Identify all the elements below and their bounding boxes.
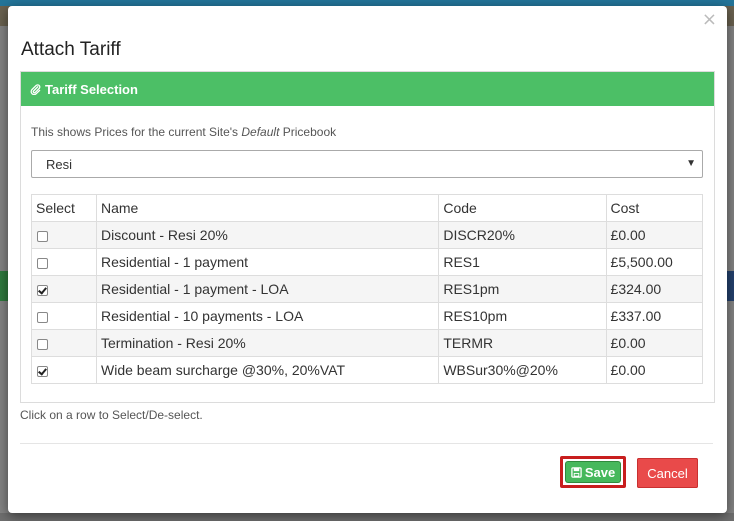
background-right-edge <box>727 26 734 521</box>
cancel-button[interactable]: Cancel <box>637 458 698 488</box>
floppy-disk-icon <box>571 466 582 478</box>
tariff-cost: £324.00 <box>605 275 704 303</box>
row-checkbox[interactable] <box>37 284 48 296</box>
column-header: Name <box>95 194 440 222</box>
tariff-name: Residential - 1 payment - LOA <box>95 275 440 303</box>
tariff-name: Termination - Resi 20% <box>95 329 440 357</box>
pricebook-select-value: Resi <box>46 156 73 172</box>
table-row[interactable]: Residential - 10 payments - LOA RES10pm … <box>31 302 704 330</box>
table-row[interactable]: Discount - Resi 20% DISCR20% £0.00 <box>31 221 704 249</box>
tariff-table: Select Name Code Cost Discount - Resi 20… <box>31 194 704 384</box>
row-checkbox[interactable] <box>37 230 48 242</box>
background-left-edge <box>0 26 8 521</box>
row-checkbox[interactable] <box>37 311 48 323</box>
column-header: Cost <box>605 194 704 222</box>
table-row[interactable]: Wide beam surcharge @30%, 20%VAT WBSur30… <box>31 356 704 384</box>
table-header-row: Select Name Code Cost <box>31 194 704 222</box>
save-button[interactable]: Save <box>566 462 620 482</box>
table-row[interactable]: Residential - 1 payment - LOA RES1pm £32… <box>31 275 704 303</box>
tariff-name: Residential - 10 payments - LOA <box>95 302 440 330</box>
save-label: Save <box>584 464 616 480</box>
modal-title: Attach Tariff <box>21 39 121 60</box>
pricebook-select[interactable]: Resi ▼ <box>31 150 703 178</box>
tariff-code: RES1pm <box>438 275 607 303</box>
footer-divider <box>20 443 713 444</box>
caret-down-icon: ▼ <box>686 158 696 169</box>
tariff-cost: £0.00 <box>605 329 704 357</box>
paperclip-icon <box>30 83 41 95</box>
column-header: Code <box>438 194 607 222</box>
tariff-cost: £5,500.00 <box>605 248 704 276</box>
table-row[interactable]: Residential - 1 payment RES1 £5,500.00 <box>31 248 704 276</box>
attach-tariff-modal: × Attach Tariff Tariff Selection This sh… <box>8 6 727 513</box>
pricebook-info: This shows Prices for the current Site's… <box>31 125 337 139</box>
tariff-code: RES1 <box>438 248 607 276</box>
panel-heading-label: Tariff Selection <box>45 81 138 97</box>
tariff-cost: £0.00 <box>605 221 704 249</box>
tariff-code: RES10pm <box>438 302 607 330</box>
table-row[interactable]: Termination - Resi 20% TERMR £0.00 <box>31 329 704 357</box>
tariff-cost: £337.00 <box>605 302 704 330</box>
background-bottom-edge <box>0 513 734 521</box>
column-header: Select <box>31 194 97 222</box>
save-highlight: Save <box>560 456 626 488</box>
row-checkbox[interactable] <box>37 338 48 350</box>
tariff-name: Discount - Resi 20% <box>95 221 440 249</box>
tariff-cost: £0.00 <box>605 356 704 384</box>
close-icon[interactable]: × <box>702 11 717 29</box>
tariff-code: DISCR20% <box>438 221 607 249</box>
tariff-selection-panel: Tariff Selection This shows Prices for t… <box>20 71 715 403</box>
row-checkbox[interactable] <box>37 365 48 377</box>
row-checkbox[interactable] <box>37 257 48 269</box>
tariff-name: Wide beam surcharge @30%, 20%VAT <box>95 356 440 384</box>
tariff-code: TERMR <box>438 329 607 357</box>
selection-hint: Click on a row to Select/De-select. <box>20 408 203 422</box>
panel-heading: Tariff Selection <box>21 72 714 106</box>
tariff-code: WBSur30%@20% <box>438 356 607 384</box>
tariff-name: Residential - 1 payment <box>95 248 440 276</box>
